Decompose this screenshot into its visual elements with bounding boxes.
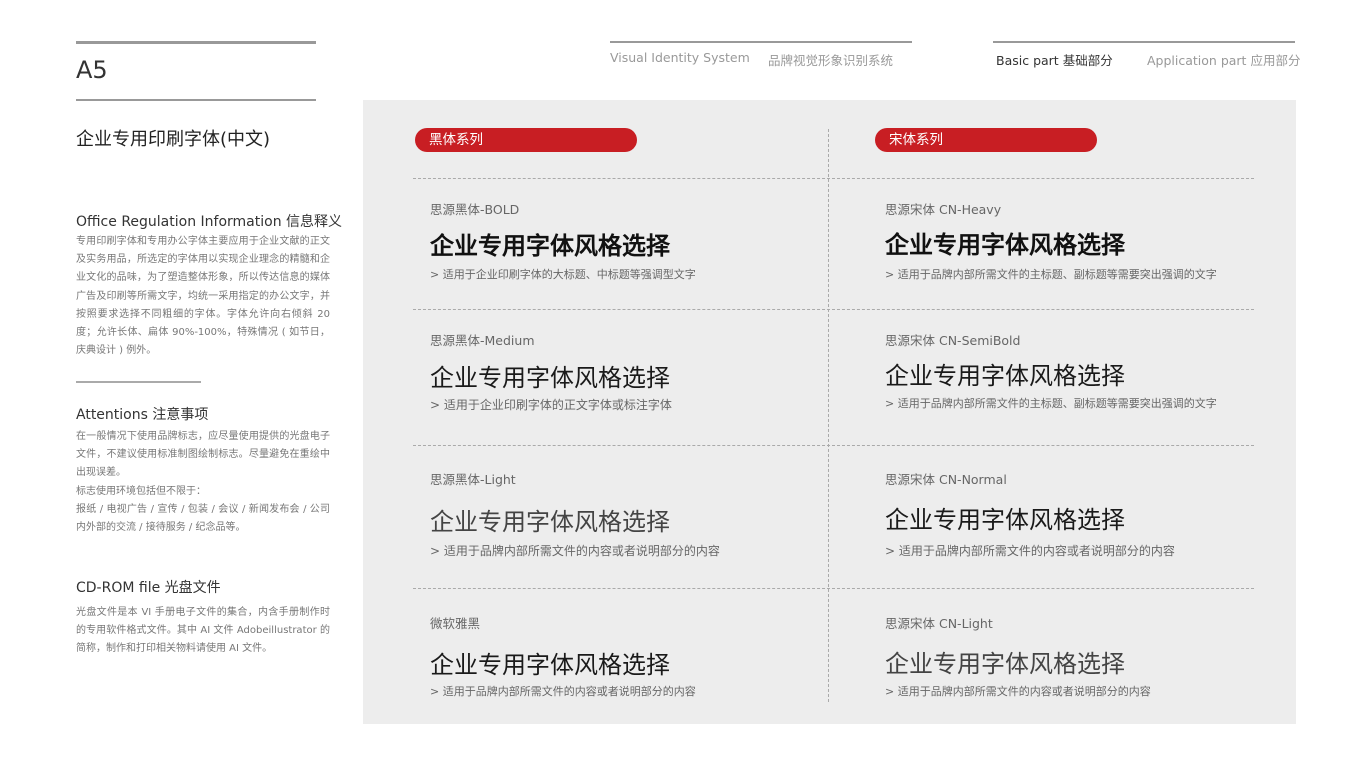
song-font-sample: 企业专用字体风格选择 (885, 650, 1125, 678)
nav-rule-vis (610, 41, 912, 43)
row-divider (413, 588, 1254, 589)
hei-font-note: > 适用于企业印刷字体的大标题、中标题等强调型文字 (430, 268, 696, 281)
cdrom-heading: CD-ROM file 光盘文件 (76, 580, 221, 596)
attention-heading: Attentions 注意事项 (76, 407, 209, 423)
song-font-name: 思源宋体 CN-Normal (885, 472, 1007, 487)
hei-font-name: 思源黑体-Medium (430, 333, 535, 348)
nav-app-en: Application part (1147, 53, 1247, 68)
attention-text-1: 在一般情况下使用品牌标志，应尽量使用提供的光盘电子文件，不建议使用标准制图绘制标… (76, 431, 330, 479)
song-font-name: 思源宋体 CN-SemiBold (885, 333, 1021, 348)
top-rule (76, 41, 316, 44)
page-code: A5 (76, 56, 108, 84)
song-font-note: > 适用于品牌内部所需文件的主标题、副标题等需要突出强调的文字 (885, 397, 1217, 410)
section-divider (76, 381, 201, 383)
nav-basic-cn: 基础部分 (1062, 53, 1113, 68)
hei-font-sample: 企业专用字体风格选择 (430, 651, 670, 679)
nav-basic-part[interactable]: Basic part 基础部分 (996, 50, 1113, 69)
song-font-sample: 企业专用字体风格选择 (885, 362, 1125, 390)
page-title: 企业专用印刷字体(中文) (76, 129, 271, 150)
row-divider (413, 309, 1254, 310)
nav-application-part[interactable]: Application part 应用部分 (1147, 50, 1300, 69)
info-heading: Office Regulation Information 信息释义 (76, 214, 343, 230)
hei-font-note: > 适用于品牌内部所需文件的内容或者说明部分的内容 (430, 685, 696, 698)
song-font-name: 思源宋体 CN-Light (885, 616, 993, 631)
attention-text-3: 报纸 / 电视广告 / 宣传 / 包装 / 会议 / 新闻发布会 / 公司内外部… (76, 503, 330, 534)
hei-font-sample: 企业专用字体风格选择 (430, 508, 670, 536)
song-font-note: > 适用于品牌内部所需文件的内容或者说明部分的内容 (885, 685, 1151, 698)
hei-font-name: 微软雅黑 (430, 616, 481, 631)
song-font-note: > 适用于品牌内部所需文件的内容或者说明部分的内容 (885, 544, 1175, 558)
row-divider (413, 178, 1254, 179)
attention-text-2: 标志使用环境包括但不限于： (76, 485, 206, 497)
nav-basic-en: Basic part (996, 53, 1059, 68)
song-font-note: > 适用于品牌内部所需文件的主标题、副标题等需要突出强调的文字 (885, 268, 1217, 281)
hei-font-note: > 适用于品牌内部所需文件的内容或者说明部分的内容 (430, 544, 720, 558)
row-divider (413, 445, 1254, 446)
hei-font-name: 思源黑体-BOLD (430, 202, 520, 217)
song-series-badge: 宋体系列 (875, 128, 1097, 152)
info-body: 专用印刷字体和专用办公字体主要应用于企业文献的正文及实务用品，所选定的字体用以实… (76, 236, 330, 357)
hei-font-sample: 企业专用字体风格选择 (430, 232, 670, 260)
hei-font-name: 思源黑体-Light (430, 472, 516, 487)
nav-rule-parts (993, 41, 1295, 43)
code-underline (76, 99, 316, 101)
song-font-name: 思源宋体 CN-Heavy (885, 202, 1002, 217)
column-divider (828, 129, 829, 702)
song-font-sample: 企业专用字体风格选择 (885, 230, 1125, 259)
nav-app-cn: 应用部分 (1250, 53, 1301, 68)
cdrom-body: 光盘文件是本 VI 手册电子文件的集合，内含手册制作时的专用软件格式文件。其中 … (76, 607, 330, 655)
hei-font-note: > 适用于企业印刷字体的正文字体或标注字体 (430, 398, 672, 412)
hei-series-badge: 黑体系列 (415, 128, 637, 152)
attention-body: 在一般情况下使用品牌标志，应尽量使用提供的光盘电子文件，不建议使用标准制图绘制标… (76, 428, 330, 537)
song-font-sample: 企业专用字体风格选择 (885, 506, 1125, 534)
nav-vis-en: Visual Identity System (610, 50, 750, 65)
hei-font-sample: 企业专用字体风格选择 (430, 364, 670, 392)
nav-vis-cn: 品牌视觉形象识别系统 (768, 53, 894, 68)
